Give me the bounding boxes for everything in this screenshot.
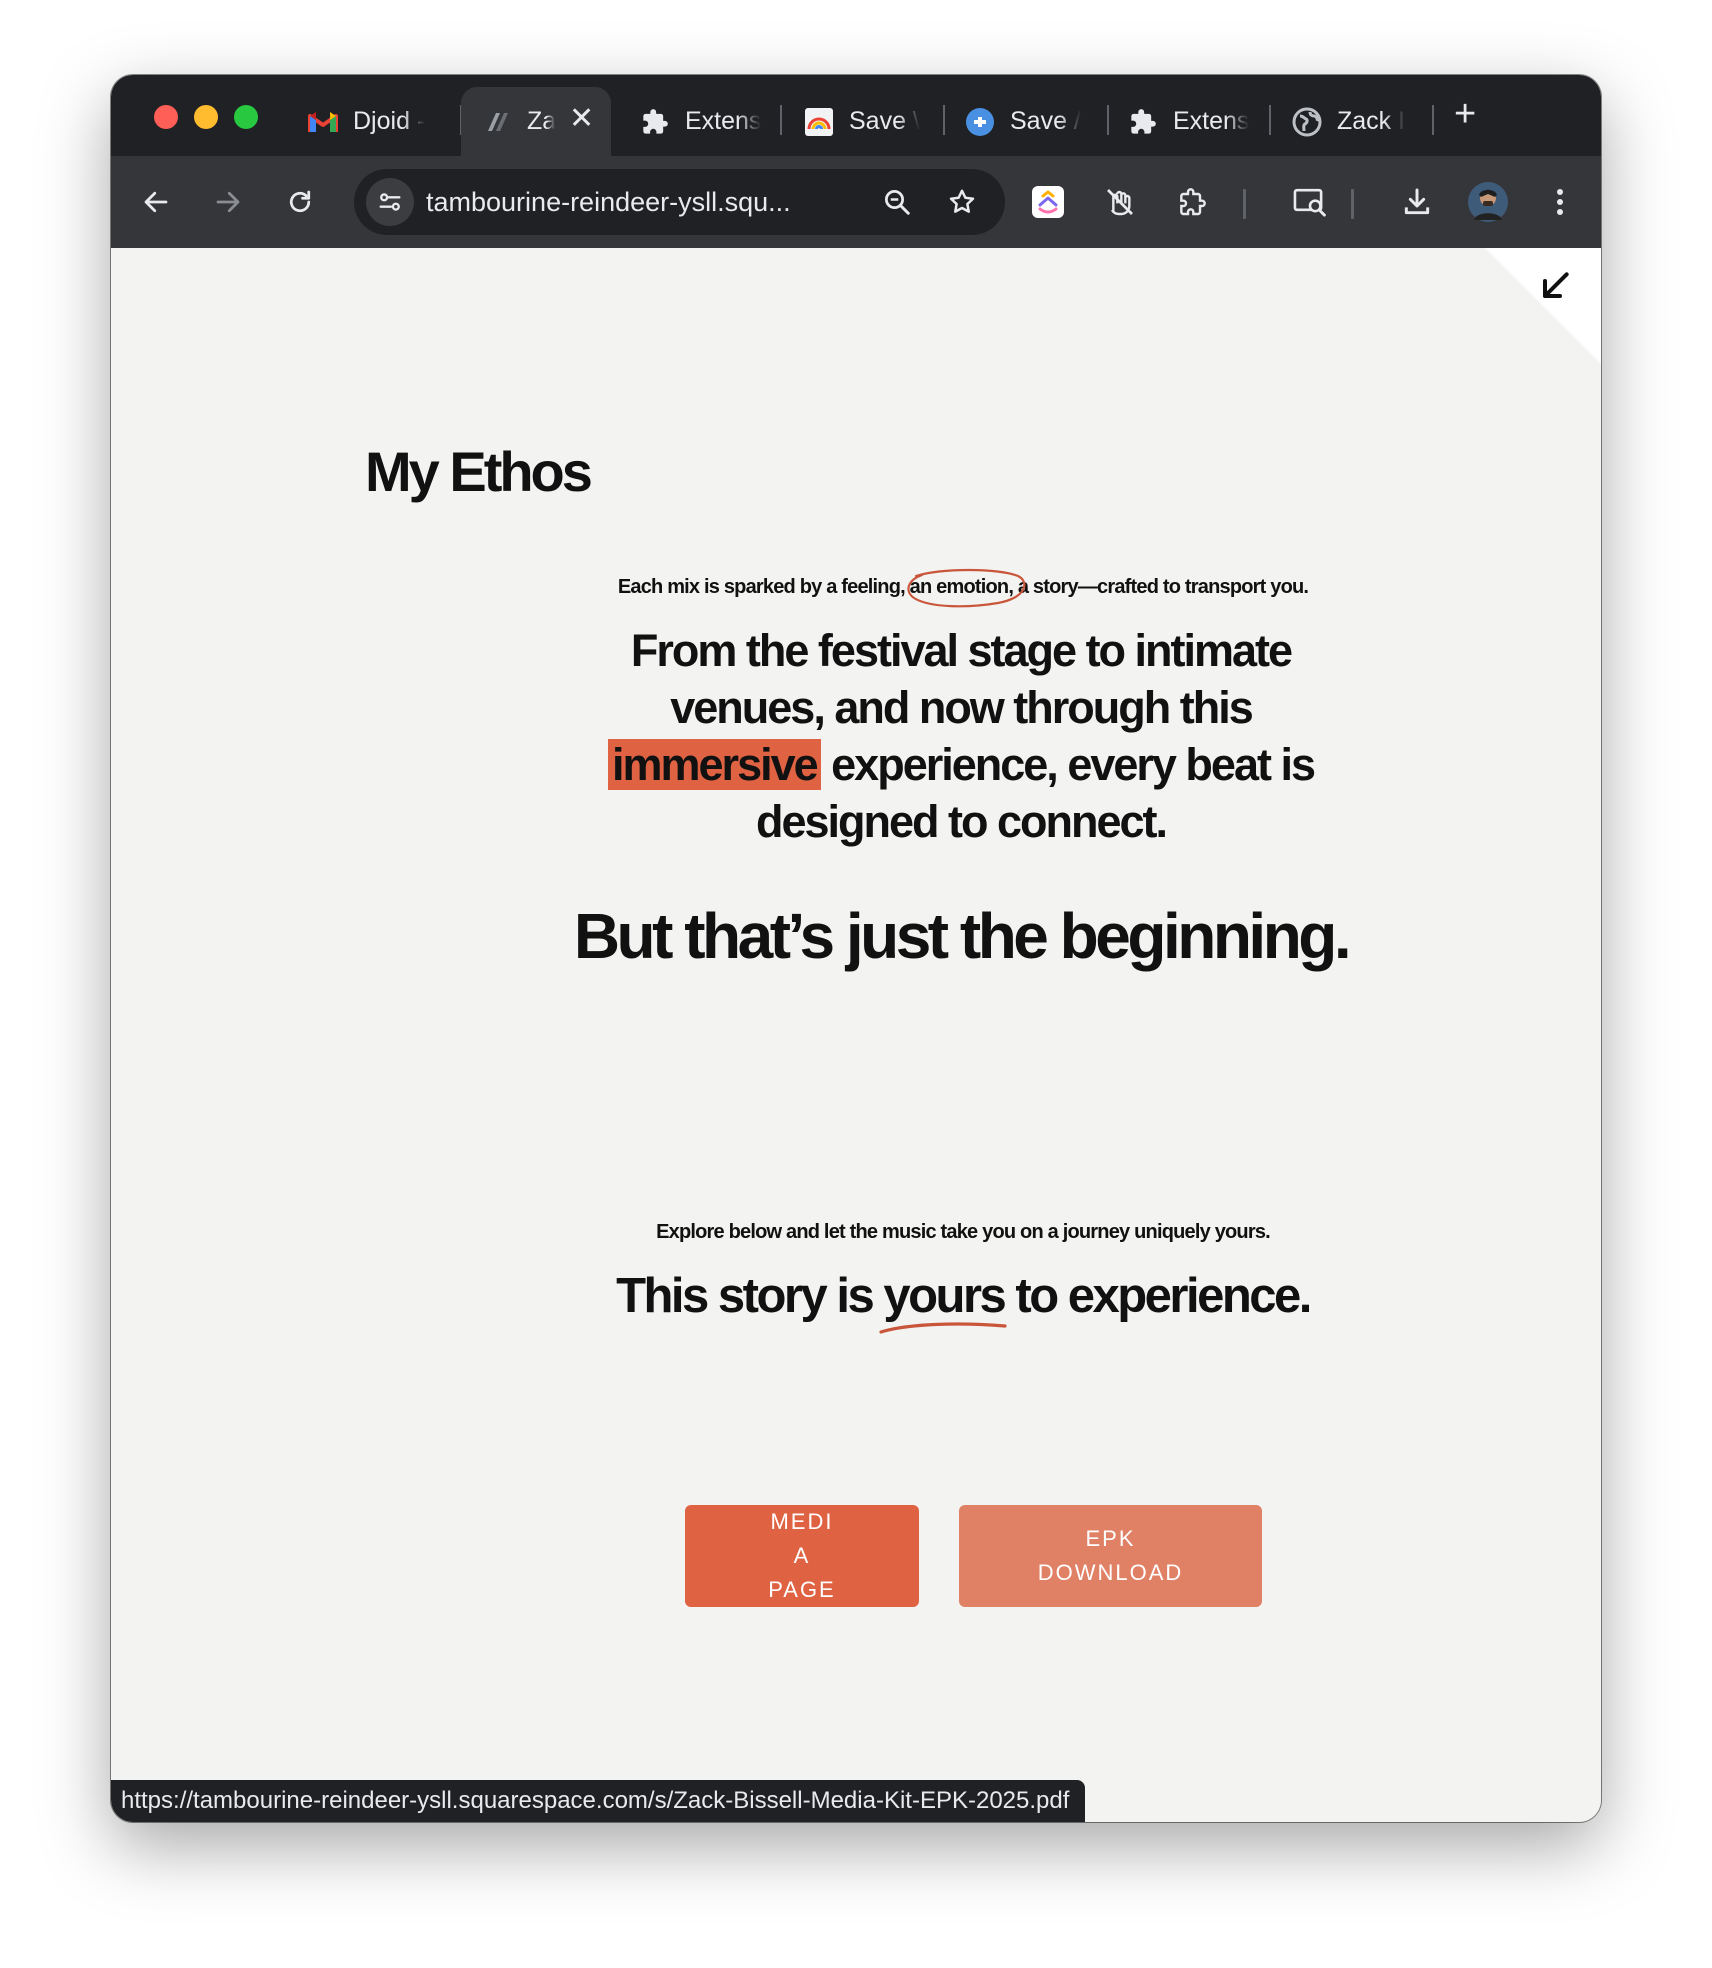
zoom-window-button[interactable] bbox=[234, 105, 258, 129]
more-menu-icon[interactable] bbox=[1536, 178, 1584, 226]
tab-separator bbox=[1432, 105, 1434, 135]
profile-avatar[interactable] bbox=[1464, 178, 1512, 226]
tab-separator bbox=[943, 105, 945, 135]
puzzle-icon bbox=[639, 106, 671, 138]
tab-save-2[interactable]: Save / bbox=[964, 87, 1088, 156]
site-info-icon[interactable] bbox=[366, 178, 414, 226]
forward-button[interactable] bbox=[204, 178, 252, 226]
circled-phrase: an emotion, a bbox=[907, 568, 1029, 608]
squarespace-icon bbox=[481, 106, 513, 138]
tab-zack[interactable]: Zack I bbox=[1291, 87, 1415, 156]
arrow-left-icon bbox=[144, 191, 168, 213]
tab-save-1[interactable]: Save \ bbox=[803, 87, 923, 156]
story-heading: This story is yours to experience. bbox=[463, 1268, 1463, 1334]
zoom-icon[interactable] bbox=[873, 178, 921, 226]
underlined-word: yours bbox=[879, 1268, 1007, 1334]
status-bar-url: https://tambourine-reindeer-ysll.squares… bbox=[111, 1780, 1086, 1822]
minimize-window-button[interactable] bbox=[194, 105, 218, 129]
tab-extensions-2[interactable]: Extens bbox=[1127, 87, 1251, 156]
download-icon[interactable] bbox=[1393, 178, 1441, 226]
minimize-arrow-icon[interactable] bbox=[1535, 266, 1575, 306]
underline-annotation bbox=[879, 1322, 1007, 1334]
tab-separator bbox=[780, 105, 782, 135]
tab-separator bbox=[1269, 105, 1271, 135]
gmail-icon bbox=[307, 106, 339, 138]
mission-statement: From the festival stage to intimate venu… bbox=[561, 622, 1361, 850]
bookmark-star-icon[interactable] bbox=[938, 178, 986, 226]
tab-gmail[interactable]: Djoid - bbox=[307, 87, 435, 156]
new-tab-button[interactable]: + bbox=[1454, 93, 1476, 136]
circle-annotation bbox=[907, 568, 1026, 608]
epk-download-button[interactable]: EPK DOWNLOAD bbox=[959, 1505, 1262, 1607]
extensions-puzzle-icon[interactable] bbox=[1168, 178, 1216, 226]
media-page-button[interactable]: MEDI A PAGE bbox=[685, 1505, 919, 1607]
extension-icon bbox=[964, 106, 996, 138]
address-bar[interactable]: tambourine-reindeer-ysll.squ... bbox=[354, 169, 1005, 235]
address-text[interactable]: tambourine-reindeer-ysll.squ... bbox=[426, 187, 846, 218]
toolbar-divider bbox=[1351, 189, 1354, 219]
blocker-extension-icon[interactable] bbox=[1096, 178, 1144, 226]
page-title: My Ethos bbox=[365, 440, 593, 503]
globe-icon bbox=[1291, 106, 1323, 138]
page-content: My Ethos Each mix is sparked by a feelin… bbox=[111, 248, 1601, 1822]
close-tab-icon[interactable]: ✕ bbox=[569, 101, 594, 136]
reload-button[interactable] bbox=[276, 178, 324, 226]
puzzle-icon bbox=[1127, 106, 1159, 138]
highlight-immersive: immersive bbox=[608, 739, 821, 790]
clickup-extension-icon[interactable] bbox=[1024, 178, 1072, 226]
toolbar-divider bbox=[1243, 189, 1246, 219]
reload-icon bbox=[289, 190, 311, 213]
close-window-button[interactable] bbox=[154, 105, 178, 129]
intro-text: Each mix is sparked by a feeling, an emo… bbox=[463, 568, 1463, 608]
back-button[interactable] bbox=[132, 178, 180, 226]
tagline: But that’s just the beginning. bbox=[573, 900, 1352, 972]
browser-window: Djoid - Za ✕ Extens Save \ Save / Extens… bbox=[111, 75, 1601, 1822]
toolbar: tambourine-reindeer-ysll.squ... bbox=[111, 156, 1601, 248]
reading-mode-icon[interactable] bbox=[1286, 178, 1334, 226]
tab-separator bbox=[1107, 105, 1109, 135]
tab-strip: Djoid - Za ✕ Extens Save \ Save / Extens… bbox=[111, 75, 1601, 156]
explore-text: Explore below and let the music take you… bbox=[656, 1221, 1271, 1243]
tab-extensions-1[interactable]: Extens bbox=[639, 87, 763, 156]
arrow-right-icon bbox=[216, 191, 240, 213]
rainbow-icon bbox=[803, 106, 835, 138]
